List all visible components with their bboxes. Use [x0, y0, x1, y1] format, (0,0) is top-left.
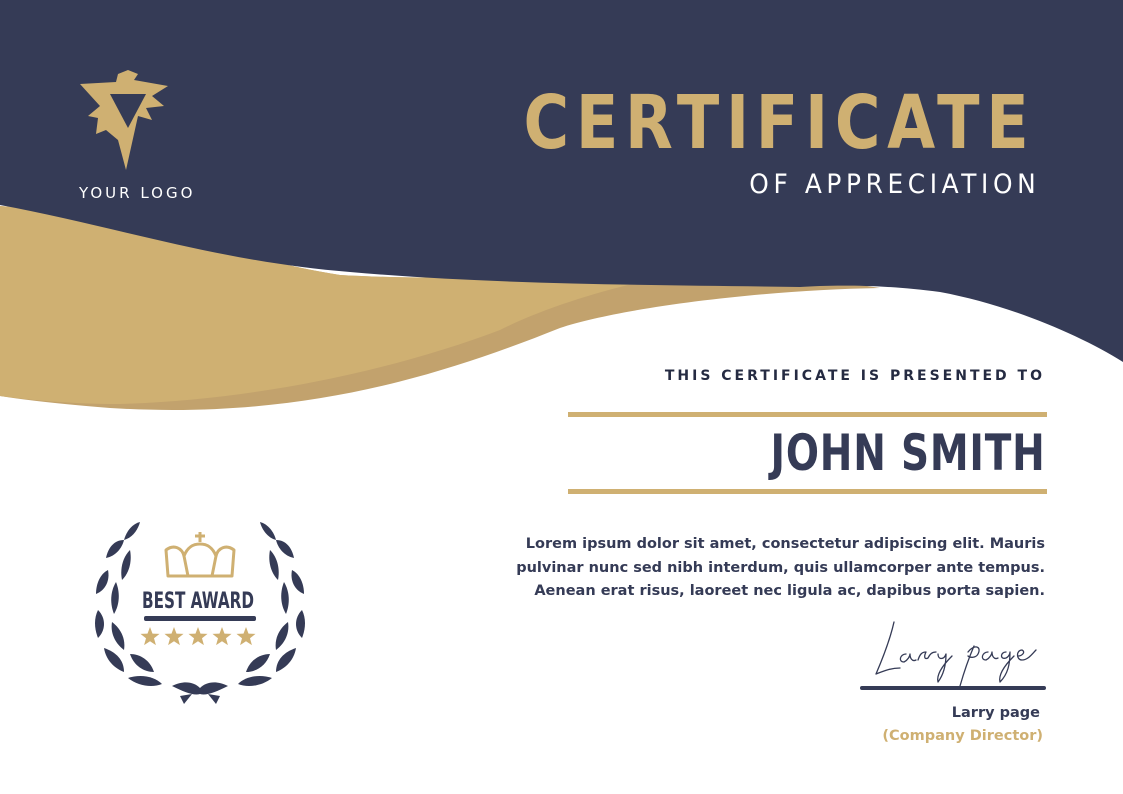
badge-label: BEST AWARD	[142, 589, 254, 614]
star-rating	[140, 627, 256, 646]
presented-to-label: THIS CERTIFICATE IS PRESENTED TO	[664, 368, 1045, 384]
star-icon	[164, 627, 184, 646]
signer-role: (Company Director)	[882, 728, 1043, 744]
signature-graphic	[860, 621, 1046, 690]
star-icon	[212, 627, 232, 646]
recipient-name: JOHN SMITH	[771, 424, 1046, 482]
logo-text: YOUR LOGO	[79, 184, 196, 202]
name-rule-bottom	[568, 489, 1047, 494]
best-award-badge: BEST AWARD	[95, 522, 305, 704]
star-icon	[140, 627, 160, 646]
crown-icon	[164, 532, 236, 578]
certificate-body-text: Lorem ipsum dolor sit amet, consectetur …	[516, 536, 1045, 599]
signer-name: Larry page	[951, 705, 1040, 721]
certificate-title: CERTIFICATE	[523, 80, 1035, 166]
bird-logo-icon	[80, 70, 168, 170]
badge-underline	[144, 616, 256, 621]
certificate-subtitle: OF APPRECIATION	[748, 169, 1040, 200]
star-icon	[236, 627, 256, 646]
star-icon	[188, 627, 208, 646]
certificate-page: YOUR LOGO CERTIFICATE OF APPRECIATION TH…	[0, 0, 1123, 794]
name-rule-top	[568, 412, 1047, 417]
